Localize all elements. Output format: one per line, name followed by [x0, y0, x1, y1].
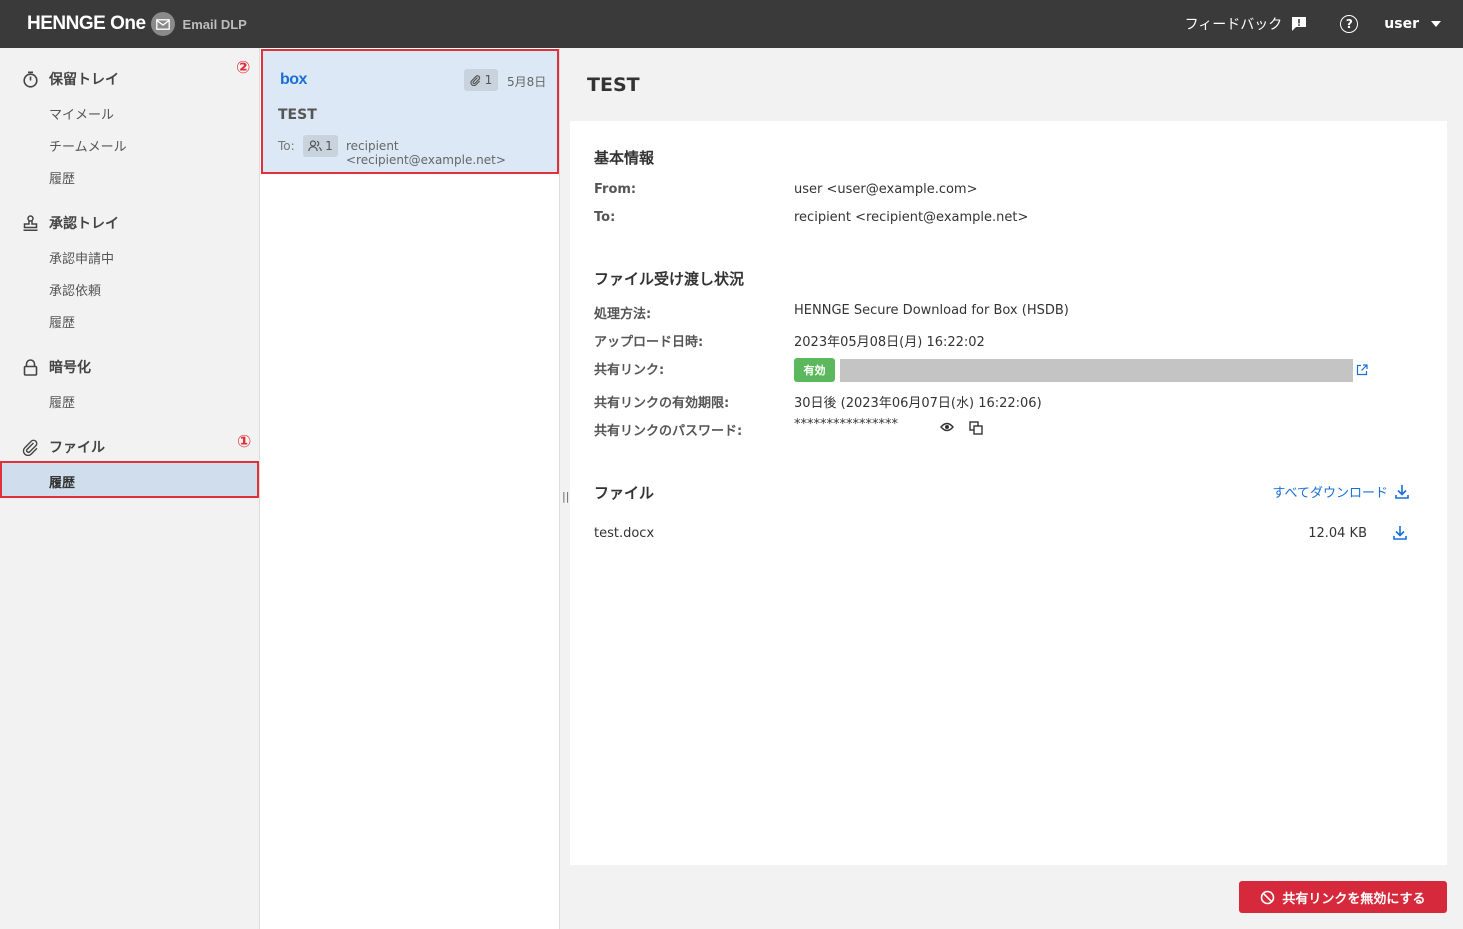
- sidebar-item-approval-history[interactable]: 履歴: [49, 312, 75, 331]
- file-name: test.docx: [594, 526, 655, 541]
- recipient-address: recipient <recipient@example.net>: [346, 139, 506, 167]
- sidebar-item-encryption-history[interactable]: 履歴: [49, 392, 75, 411]
- feedback-button[interactable]: フィードバック: [1185, 14, 1308, 34]
- attachment-count: 1: [484, 73, 493, 87]
- sidebar-section-approval-tray[interactable]: 承認トレイ: [22, 213, 119, 233]
- lock-icon: [23, 358, 38, 376]
- mail-subject: TEST: [278, 107, 317, 123]
- download-all-label: すべてダウンロード: [1272, 486, 1388, 501]
- sidebar-section-hold-tray[interactable]: 保留トレイ: [22, 69, 119, 89]
- shared-link-label: 共有リンク:: [594, 363, 665, 378]
- sidebar-section-label: 暗号化: [49, 360, 91, 376]
- product-name: Email DLP: [182, 16, 247, 32]
- shared-link-url[interactable]: [840, 359, 1353, 382]
- recipient-count: 1: [325, 139, 333, 153]
- link-password-label: 共有リンクのパスワード:: [594, 424, 743, 439]
- external-link-icon[interactable]: [1356, 364, 1368, 376]
- sidebar: 保留トレイ マイメール チームメール 履歴 承認トレイ 承認申請中 承認依頼 履…: [0, 48, 259, 929]
- sidebar-item-label: 履歴: [49, 476, 76, 491]
- help-icon[interactable]: ?: [1340, 15, 1359, 33]
- paperclip-icon: [22, 439, 38, 456]
- from-value: user <user@example.com>: [794, 182, 978, 197]
- user-menu[interactable]: user: [1384, 16, 1441, 32]
- download-icon[interactable]: [1393, 525, 1407, 540]
- link-status-badge: 有効: [794, 358, 835, 382]
- sidebar-item-pending-approval[interactable]: 承認申請中: [49, 248, 114, 267]
- paperclip-icon: [470, 74, 480, 86]
- upload-date-label: アップロード日時:: [594, 335, 704, 350]
- recipient-count-badge: 1: [303, 135, 338, 157]
- sidebar-section-encryption[interactable]: 暗号化: [22, 357, 91, 377]
- method-value: HENNGE Secure Download for Box (HSDB): [794, 303, 1069, 318]
- top-bar: HENNGE One Email DLP フィードバック ? user: [0, 0, 1463, 48]
- to-label: To:: [278, 139, 295, 153]
- link-expiry-label: 共有リンクの有効期限:: [594, 396, 730, 411]
- mail-date: 5月8日: [507, 75, 547, 89]
- sidebar-item-file-history[interactable]: 履歴: [0, 461, 259, 498]
- file-size: 12.04 KB: [1308, 526, 1367, 541]
- annotation-marker-2: ②: [236, 58, 251, 78]
- transfer-status-heading: ファイル受け渡し状況: [594, 270, 745, 288]
- sidebar-section-label: 承認トレイ: [49, 216, 119, 232]
- to-label: To:: [594, 210, 616, 225]
- user-name: user: [1384, 16, 1419, 32]
- mail-list-item[interactable]: box 1 5月8日 TEST To: 1 recipient <recipie…: [261, 49, 559, 174]
- stamp-icon: [23, 214, 38, 231]
- link-expiry-value: 30日後 (2023年06月07日(水) 16:22:06): [794, 396, 1042, 411]
- prohibit-icon: [1261, 890, 1275, 904]
- basic-info-heading: 基本情報: [594, 149, 655, 167]
- mail-icon: [150, 12, 175, 36]
- sidebar-item-hold-history[interactable]: 履歴: [49, 168, 75, 187]
- detail-panel: 基本情報 From: user <user@example.com> To: r…: [570, 121, 1447, 865]
- eye-icon[interactable]: [940, 421, 954, 433]
- mail-list-pane: box 1 5月8日 TEST To: 1 recipient <recipie…: [259, 48, 560, 929]
- attachment-count-badge: 1: [464, 69, 498, 91]
- method-label: 処理方法:: [594, 307, 652, 322]
- annotation-marker-1: ①: [237, 432, 252, 452]
- sidebar-item-my-mail[interactable]: マイメール: [49, 104, 114, 123]
- sidebar-section-file[interactable]: ファイル: [22, 437, 105, 457]
- files-heading: ファイル: [594, 484, 655, 502]
- brand-name: HENNGE One: [27, 13, 146, 34]
- to-value: recipient <recipient@example.net>: [794, 210, 1029, 225]
- sidebar-section-label: ファイル: [49, 440, 105, 456]
- download-icon: [1395, 485, 1409, 499]
- sidebar-section-label: 保留トレイ: [49, 72, 119, 88]
- timer-icon: [23, 71, 38, 88]
- users-icon: [308, 140, 322, 152]
- sidebar-item-team-mail[interactable]: チームメール: [49, 136, 127, 155]
- sidebar-item-approval-request[interactable]: 承認依頼: [49, 280, 101, 299]
- disable-shared-link-button[interactable]: 共有リンクを無効にする: [1239, 881, 1447, 913]
- disable-shared-link-label: 共有リンクを無効にする: [1282, 891, 1426, 907]
- copy-icon[interactable]: [969, 421, 983, 435]
- feedback-icon: [1292, 17, 1307, 31]
- feedback-label: フィードバック: [1184, 17, 1283, 33]
- detail-title: TEST: [587, 74, 640, 96]
- box-logo: box: [280, 71, 307, 88]
- link-password-value: ****************: [794, 417, 898, 432]
- brand-logo[interactable]: HENNGE One Email DLP: [27, 12, 247, 36]
- from-label: From:: [594, 182, 637, 197]
- upload-date-value: 2023年05月08日(月) 16:22:02: [794, 335, 985, 350]
- download-all-button[interactable]: すべてダウンロード: [1272, 482, 1409, 501]
- caret-down-icon: [1431, 21, 1441, 27]
